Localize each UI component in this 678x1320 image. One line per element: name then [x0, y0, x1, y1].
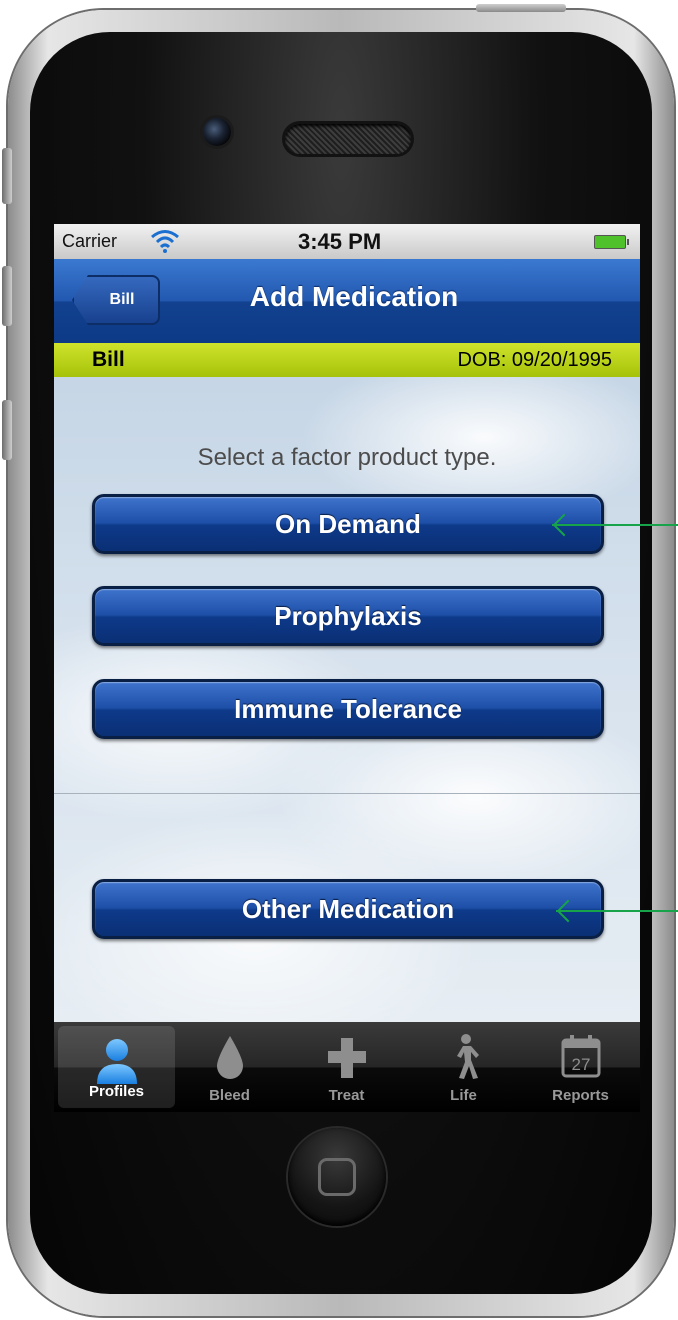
mute-switch: [2, 148, 12, 204]
immune-tolerance-button[interactable]: Immune Tolerance: [92, 679, 604, 739]
tab-label: Life: [450, 1087, 477, 1104]
section-divider: [54, 793, 640, 794]
profile-name: Bill: [92, 348, 125, 371]
other-medication-button[interactable]: Other Medication: [92, 879, 604, 939]
tab-bar: Profiles Bleed Treat Life 27 Reports: [54, 1022, 640, 1112]
page-title: Add Medication: [249, 281, 459, 312]
calendar-day-label: 27: [571, 1055, 590, 1074]
tab-bleed[interactable]: Bleed: [171, 1022, 288, 1112]
volume-down-button: [2, 400, 12, 460]
home-square-icon: [318, 1158, 356, 1196]
profile-bar: Bill DOB: 09/20/1995: [54, 343, 640, 378]
status-bar: Carrier 3:45 PM: [54, 224, 640, 259]
tab-treat[interactable]: Treat: [288, 1022, 405, 1112]
person-icon: [96, 1039, 137, 1084]
tab-life[interactable]: Life: [405, 1022, 522, 1112]
walking-person-icon: [456, 1034, 479, 1079]
status-time: 3:45 PM: [298, 229, 382, 254]
drop-icon: [216, 1036, 243, 1079]
wifi-icon: [151, 230, 179, 253]
tab-label: Profiles: [88, 1083, 145, 1100]
carrier-label: Carrier: [62, 231, 118, 251]
profile-dob: DOB: 09/20/1995: [457, 349, 612, 371]
prompt-text: Select a factor product type.: [197, 444, 497, 471]
back-button[interactable]: Bill: [72, 275, 160, 325]
front-camera: [203, 118, 231, 146]
tab-profiles[interactable]: Profiles: [58, 1026, 175, 1108]
tab-label: Treat: [328, 1087, 365, 1104]
tab-reports[interactable]: 27 Reports: [522, 1022, 639, 1112]
cross-icon: [327, 1038, 366, 1078]
prophylaxis-button[interactable]: Prophylaxis: [92, 586, 604, 646]
calendar-icon: 27: [561, 1035, 600, 1078]
tab-label: Reports: [552, 1087, 609, 1104]
tab-label: Bleed: [209, 1087, 250, 1104]
earpiece-speaker: [285, 124, 411, 154]
power-button: [476, 4, 566, 12]
on-demand-button[interactable]: On Demand: [92, 494, 604, 554]
navigation-bar: Bill Add Medication: [54, 259, 640, 343]
volume-up-button: [2, 266, 12, 326]
app-screen: Carrier 3:45 PM Bill Add Medication Bill…: [54, 224, 640, 1112]
battery-icon: [594, 235, 629, 249]
